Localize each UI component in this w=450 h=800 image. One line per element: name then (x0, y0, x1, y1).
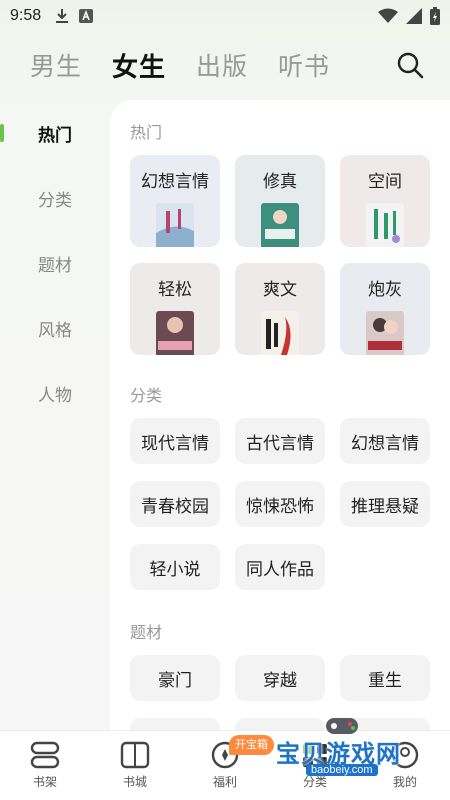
tag-modern-romance[interactable]: 现代言情 (130, 418, 220, 464)
status-time: 9:58 (10, 7, 42, 24)
genre-card-label: 修真 (263, 172, 297, 192)
tag-ancient-romance[interactable]: 古代言情 (235, 418, 325, 464)
book-cover-image (261, 203, 299, 247)
app-notification-icon (79, 9, 94, 23)
battery-icon (430, 7, 440, 25)
genre-card-label: 幻想言情 (141, 172, 209, 192)
section-title-theme: 题材 (130, 623, 163, 642)
genre-card-label: 空间 (368, 172, 402, 192)
bottom-nav-bookshelf[interactable]: 书架 (15, 741, 75, 797)
tag-time-travel[interactable]: 穿越 (235, 655, 325, 701)
tag-light-novel[interactable]: 轻小说 (130, 544, 220, 590)
watermark: 宝贝游戏网 baobeiy.com (276, 712, 450, 782)
book-cover-image (261, 311, 299, 355)
tag-thriller-horror[interactable]: 惊悚恐怖 (235, 481, 325, 527)
tag-fantasy-romance[interactable]: 幻想言情 (340, 418, 430, 464)
book-cover-image (366, 311, 404, 355)
tag-mystery-suspense[interactable]: 推理悬疑 (340, 481, 430, 527)
genre-card-space[interactable]: 空间 (340, 155, 430, 247)
sidebar-item-theme[interactable]: 题材 (0, 243, 110, 283)
bottom-nav-label: 福利 (212, 775, 237, 789)
top-nav: 男生 女生 出版 听书 (0, 40, 450, 90)
genre-card-cannon-fodder[interactable]: 炮灰 (340, 263, 430, 355)
tag-campus-youth[interactable]: 青春校园 (130, 481, 220, 527)
book-cover-image (156, 311, 194, 355)
bookstore-icon (120, 741, 150, 769)
genre-card-cool-story[interactable]: 爽文 (235, 263, 325, 355)
sidebar-item-category[interactable]: 分类 (0, 178, 110, 218)
wifi-icon (378, 8, 398, 23)
treasure-chest-badge[interactable]: 开宝箱 (229, 735, 274, 755)
sidebar-item-hot[interactable]: 热门 (0, 113, 110, 153)
sidebar-item-character[interactable]: 人物 (0, 373, 110, 413)
tag-rebirth[interactable]: 重生 (340, 655, 430, 701)
tab-publish[interactable]: 出版 (196, 47, 248, 83)
genre-card-cultivation[interactable]: 修真 (235, 155, 325, 247)
tag-wealthy-family[interactable]: 豪门 (130, 655, 220, 701)
signal-icon (406, 8, 422, 24)
bottom-nav-label: 书城 (122, 775, 147, 789)
status-bar: 9:58 (0, 0, 450, 32)
book-cover-image (366, 203, 404, 247)
sidebar: 热门 分类 题材 风格 人物 (0, 100, 110, 730)
search-icon[interactable] (396, 51, 424, 79)
sidebar-item-style[interactable]: 风格 (0, 308, 110, 348)
section-title-hot: 热门 (130, 123, 163, 142)
gamepad-icon (326, 718, 358, 734)
bottom-nav-label: 书架 (32, 775, 57, 789)
genre-card-label: 爽文 (263, 280, 297, 300)
genre-card-label: 轻松 (158, 280, 192, 300)
content-panel: 热门 幻想言情 修真 空间 轻松 爽文 炮灰 分类 现代言情 古代言情 幻想言情… (110, 100, 450, 740)
genre-card-label: 炮灰 (368, 280, 402, 300)
tag-fan-fiction[interactable]: 同人作品 (235, 544, 325, 590)
section-title-category: 分类 (130, 386, 163, 405)
tab-male[interactable]: 男生 (30, 47, 82, 83)
genre-card-fantasy-romance[interactable]: 幻想言情 (130, 155, 220, 247)
download-icon (56, 9, 69, 23)
tab-audiobook[interactable]: 听书 (278, 47, 330, 83)
book-cover-image (156, 203, 194, 247)
watermark-url: baobeiy.com (306, 764, 378, 776)
bookshelf-icon (30, 741, 60, 769)
bottom-nav-bookstore[interactable]: 书城 (105, 741, 165, 797)
tab-female[interactable]: 女生 (112, 47, 166, 84)
genre-card-relaxed[interactable]: 轻松 (130, 263, 220, 355)
